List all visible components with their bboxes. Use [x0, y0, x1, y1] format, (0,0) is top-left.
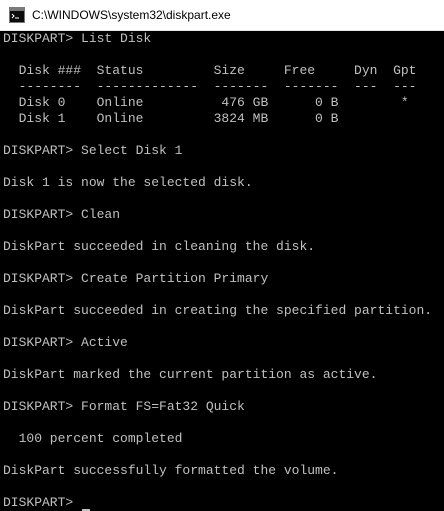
console-line-text: DiskPart succeeded in creating the speci… [3, 303, 433, 318]
console-line-text: DISKPART> List Disk [3, 31, 152, 46]
console-line: DISKPART> Active [3, 335, 444, 351]
console-line: DiskPart successfully formatted the volu… [3, 463, 444, 479]
console-line-text: DISKPART> [3, 495, 82, 510]
console-line-text: DiskPart successfully formatted the volu… [3, 463, 339, 478]
console-line-text: DISKPART> Active [3, 335, 128, 350]
console-line: Disk 0 Online 476 GB 0 B * [3, 95, 444, 111]
console-line: DiskPart succeeded in cleaning the disk. [3, 239, 444, 255]
console-line: Disk ### Status Size Free Dyn Gpt [3, 63, 444, 79]
console-line-text: DISKPART> Clean [3, 207, 121, 222]
console-line: Disk 1 Online 3824 MB 0 B [3, 111, 444, 127]
console-app-icon [9, 7, 25, 23]
console-line: DISKPART> Clean [3, 207, 444, 223]
console-line-text: DiskPart marked the current partition as… [3, 367, 378, 382]
console-line: DISKPART> Format FS=Fat32 Quick [3, 399, 444, 415]
diskpart-window: C:\WINDOWS\system32\diskpart.exe DISKPAR… [0, 0, 444, 511]
console-line-text: Disk 1 is now the selected disk. [3, 175, 253, 190]
console-line: DiskPart succeeded in creating the speci… [3, 303, 444, 319]
console-line-text: Disk 1 Online 3824 MB 0 B [3, 111, 339, 126]
console-line: DISKPART> List Disk [3, 31, 444, 47]
console-line-text: DISKPART> Format FS=Fat32 Quick [3, 399, 245, 414]
title-bar[interactable]: C:\WINDOWS\system32\diskpart.exe [0, 0, 444, 31]
console-line-text: DISKPART> Create Partition Primary [3, 271, 269, 286]
console-line: -------- ------------- ------- ------- -… [3, 79, 444, 95]
console-line: Disk 1 is now the selected disk. [3, 175, 444, 191]
console-line-text: Disk ### Status Size Free Dyn Gpt [3, 63, 417, 78]
console-line-text: Disk 0 Online 476 GB 0 B * [3, 95, 409, 110]
console-line-text: DiskPart succeeded in cleaning the disk. [3, 239, 316, 254]
console-line: DISKPART> [3, 495, 444, 511]
console-line-text: -------- ------------- ------- ------- -… [3, 79, 417, 94]
console-line: DISKPART> Select Disk 1 [3, 143, 444, 159]
console-line: 100 percent completed [3, 431, 444, 447]
console-line-text: DISKPART> Select Disk 1 [3, 143, 183, 158]
console-line-text: 100 percent completed [3, 431, 183, 446]
console-output[interactable]: DISKPART> List Disk Disk ### Status Size… [0, 31, 444, 511]
console-line: DISKPART> Create Partition Primary [3, 271, 444, 287]
window-title: C:\WINDOWS\system32\diskpart.exe [32, 8, 231, 22]
console-line: DiskPart marked the current partition as… [3, 367, 444, 383]
